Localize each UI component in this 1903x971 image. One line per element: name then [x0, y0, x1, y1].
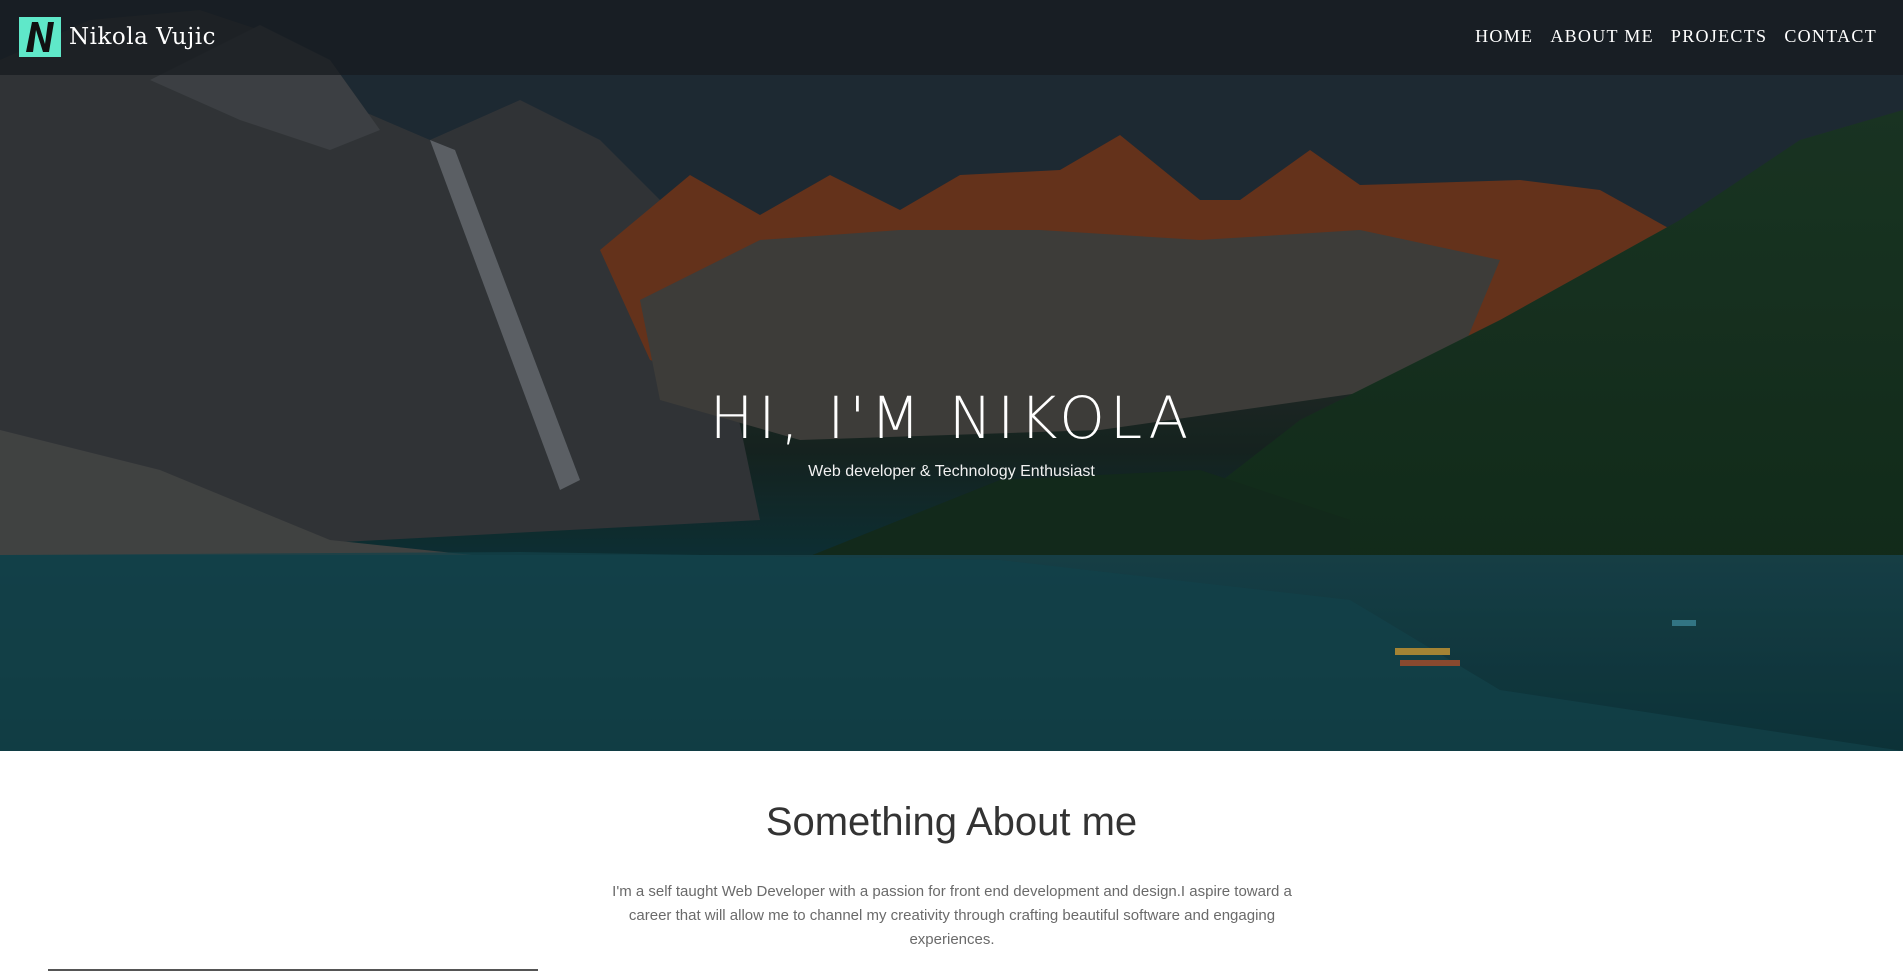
- hero-subtitle: Web developer & Technology Enthusiast: [808, 463, 1095, 480]
- about-text: I'm a self taught Web Developer with a p…: [612, 883, 1292, 948]
- nav-home[interactable]: HOME: [1475, 26, 1533, 47]
- nav-contact[interactable]: CONTACT: [1784, 26, 1877, 47]
- hero-overlay: [0, 0, 1903, 751]
- main-nav: HOME ABOUT ME PROJECTS CONTACT: [1475, 26, 1877, 47]
- nav-projects[interactable]: PROJECTS: [1671, 26, 1767, 47]
- navbar: Nikola Vujic HOME ABOUT ME PROJECTS CONT…: [0, 0, 1903, 75]
- about-title: Something About me: [765, 800, 1138, 844]
- brand-name: Nikola Vujic: [69, 24, 216, 50]
- brand-link[interactable]: Nikola Vujic: [19, 17, 216, 57]
- logo-icon: [19, 17, 61, 57]
- hero-section: Nikola Vujic HOME ABOUT ME PROJECTS CONT…: [0, 0, 1903, 751]
- nav-about-me[interactable]: ABOUT ME: [1550, 26, 1654, 47]
- hero-title: HI, I'M NIKOLA: [709, 384, 1194, 452]
